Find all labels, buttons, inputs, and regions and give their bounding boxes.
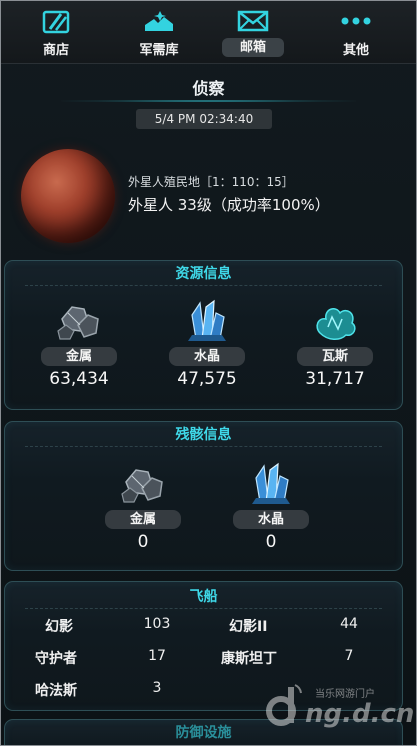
tab-other[interactable]: 其他 <box>311 1 401 63</box>
panel-divider <box>25 446 382 447</box>
debris-title: 残骸信息 <box>175 427 232 443</box>
debris-metal-label: 金属 <box>105 510 181 529</box>
debris-panel: 残骸信息 金属 0 水晶 0 <box>4 421 403 571</box>
watermark-text: ng.d.cn <box>305 699 415 729</box>
shop-card-icon <box>41 9 71 39</box>
resource-metal-value: 63,434 <box>49 369 109 389</box>
tab-supply-depot-label: 军需库 <box>139 43 179 58</box>
ships-title: 飞船 <box>189 589 218 605</box>
ship-count: 103 <box>143 616 171 632</box>
ship-name: 康斯坦丁 <box>221 651 277 667</box>
ship-name: 幻影 <box>45 619 73 635</box>
watermark-logo-icon <box>266 684 302 726</box>
app-frame: 商店 军需库 邮箱 其他 侦察 5/4 PM 02:34:40 外星人殖民地［1… <box>0 0 417 746</box>
ship-name: 守护者 <box>35 651 77 667</box>
resource-gas-label: 瓦斯 <box>297 347 373 366</box>
watermark: 当乐网游门户 ng.d.cn <box>263 681 415 741</box>
more-dots-icon <box>339 9 373 37</box>
page-title: 侦察 <box>192 79 225 98</box>
panel-divider <box>25 285 382 286</box>
ship-count: 3 <box>152 680 162 696</box>
panel-divider <box>25 608 382 609</box>
tab-mailbox[interactable]: 邮箱 <box>208 1 298 63</box>
ship-count: 17 <box>148 648 166 664</box>
resources-panel: 资源信息 金属 63,434 水晶 47,575 瓦斯 31,717 <box>4 260 403 410</box>
resource-gas-value: 31,717 <box>305 369 365 389</box>
crystal-icon <box>246 462 296 512</box>
ship-name: 幻影II <box>229 619 268 635</box>
debris-crystal-value: 0 <box>265 532 277 552</box>
mail-envelope-icon <box>237 9 269 37</box>
resource-metal-label: 金属 <box>41 347 117 366</box>
debris-crystal-label: 水晶 <box>233 510 309 529</box>
supply-depot-icon <box>142 9 176 39</box>
target-level: 外星人 33级（成功率100%） <box>128 196 330 214</box>
target-coordinates: 外星人殖民地［1：110：15］ <box>128 175 294 189</box>
title-divider <box>61 100 356 102</box>
tab-mailbox-label: 邮箱 <box>222 38 284 57</box>
tab-shop-label: 商店 <box>42 43 69 58</box>
planet-image <box>21 149 115 243</box>
gas-icon <box>310 299 360 347</box>
tab-shop[interactable]: 商店 <box>11 1 101 63</box>
tab-other-label: 其他 <box>342 43 369 58</box>
metal-ore-icon <box>54 299 104 347</box>
ship-count: 7 <box>344 648 354 664</box>
top-nav: 商店 军需库 邮箱 其他 <box>1 1 416 64</box>
resource-crystal-value: 47,575 <box>177 369 237 389</box>
metal-ore-icon <box>118 462 168 510</box>
ship-count: 44 <box>340 616 358 632</box>
resource-crystal-label: 水晶 <box>169 347 245 366</box>
report-timestamp: 5/4 PM 02:34:40 <box>136 109 272 129</box>
tab-supply-depot[interactable]: 军需库 <box>114 1 204 63</box>
ship-name: 哈法斯 <box>35 683 77 699</box>
debris-metal-value: 0 <box>137 532 149 552</box>
crystal-icon <box>182 299 232 349</box>
watermark-caption: 当乐网游门户 <box>315 689 375 700</box>
resources-title: 资源信息 <box>175 266 232 282</box>
